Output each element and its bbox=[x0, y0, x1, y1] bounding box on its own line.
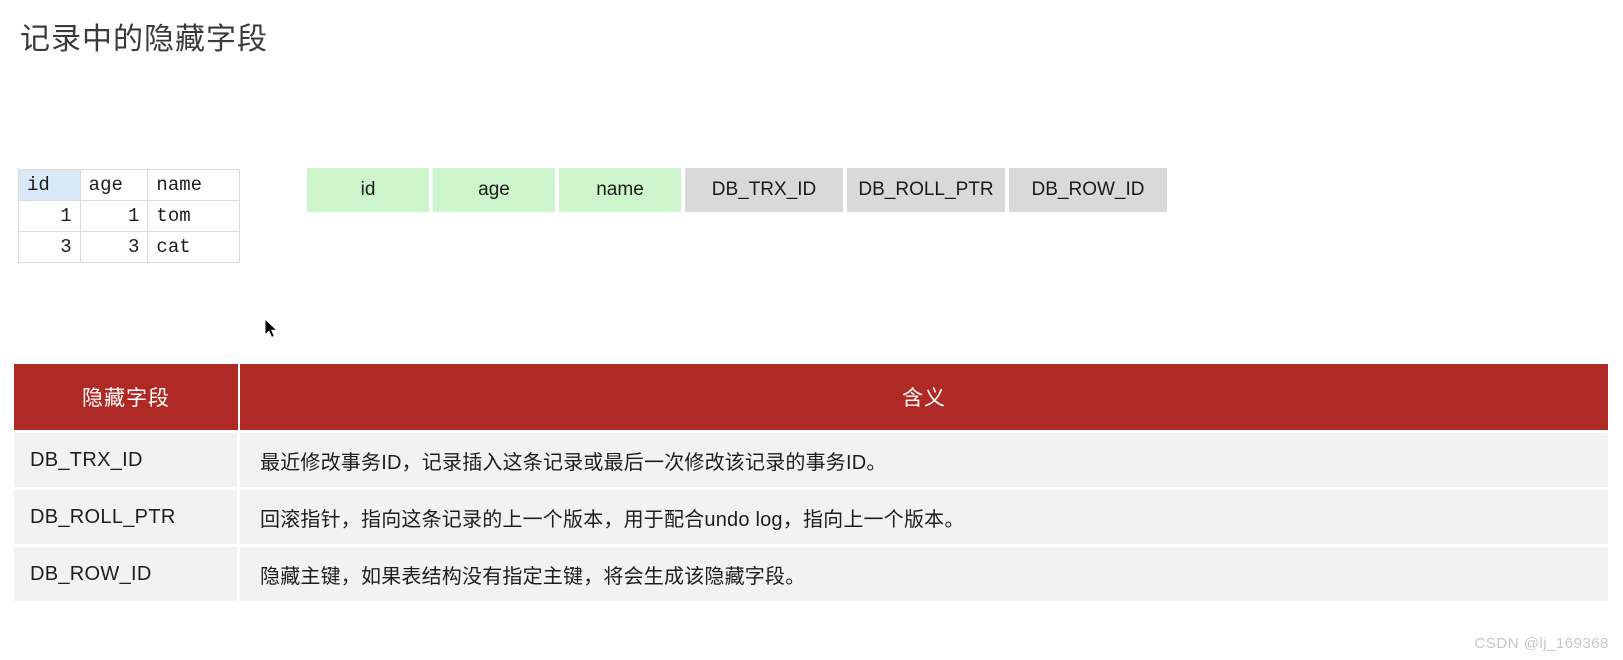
cell-field-name: DB_TRX_ID bbox=[14, 430, 240, 487]
field-box-age: age bbox=[433, 168, 555, 212]
cell-field-name: DB_ROW_ID bbox=[14, 544, 240, 601]
record-field-diagram: id age name DB_TRX_ID DB_ROLL_PTR DB_ROW… bbox=[307, 168, 1167, 212]
column-header-hidden-field: 隐藏字段 bbox=[14, 364, 240, 430]
grid-cell-id: 3 bbox=[18, 231, 81, 263]
table-row: DB_ROW_ID 隐藏主键，如果表结构没有指定主键，将会生成该隐藏字段。 bbox=[14, 544, 1608, 601]
column-header-meaning: 含义 bbox=[240, 364, 1608, 430]
cell-field-name: DB_ROLL_PTR bbox=[14, 487, 240, 544]
page-title: 记录中的隐藏字段 bbox=[20, 23, 268, 56]
grid-header-name: name bbox=[147, 169, 240, 201]
field-box-db-row-id: DB_ROW_ID bbox=[1009, 168, 1167, 212]
field-box-id: id bbox=[307, 168, 429, 212]
field-box-name: name bbox=[559, 168, 681, 212]
cell-field-meaning: 最近修改事务ID，记录插入这条记录或最后一次修改该记录的事务ID。 bbox=[240, 430, 1608, 487]
grid-cell-id: 1 bbox=[18, 200, 81, 232]
grid-cell-name: cat bbox=[147, 231, 240, 263]
cell-field-meaning: 回滚指针，指向这条记录的上一个版本，用于配合undo log，指向上一个版本。 bbox=[240, 487, 1608, 544]
cell-field-meaning: 隐藏主键，如果表结构没有指定主键，将会生成该隐藏字段。 bbox=[240, 544, 1608, 601]
grid-cell-age: 3 bbox=[79, 231, 149, 263]
mouse-cursor-icon bbox=[264, 318, 279, 339]
grid-cell-age: 1 bbox=[79, 200, 149, 232]
table-row: DB_ROLL_PTR 回滚指针，指向这条记录的上一个版本，用于配合undo l… bbox=[14, 487, 1608, 544]
table-row: 3 3 cat bbox=[18, 231, 240, 263]
grid-header-age: age bbox=[79, 169, 149, 201]
sample-record-grid: id age name 1 1 tom 3 3 cat bbox=[18, 169, 240, 263]
table-header-row: 隐藏字段 含义 bbox=[14, 364, 1608, 430]
field-box-db-trx-id: DB_TRX_ID bbox=[685, 168, 843, 212]
grid-header-id: id bbox=[18, 169, 81, 201]
table-header-row: id age name bbox=[18, 169, 240, 201]
hidden-fields-table: 隐藏字段 含义 DB_TRX_ID 最近修改事务ID，记录插入这条记录或最后一次… bbox=[14, 364, 1608, 601]
field-box-db-roll-ptr: DB_ROLL_PTR bbox=[847, 168, 1005, 212]
watermark: CSDN @lj_169368 bbox=[1474, 635, 1609, 652]
table-row: 1 1 tom bbox=[18, 200, 240, 232]
table-row: DB_TRX_ID 最近修改事务ID，记录插入这条记录或最后一次修改该记录的事务… bbox=[14, 430, 1608, 487]
grid-cell-name: tom bbox=[147, 200, 240, 232]
